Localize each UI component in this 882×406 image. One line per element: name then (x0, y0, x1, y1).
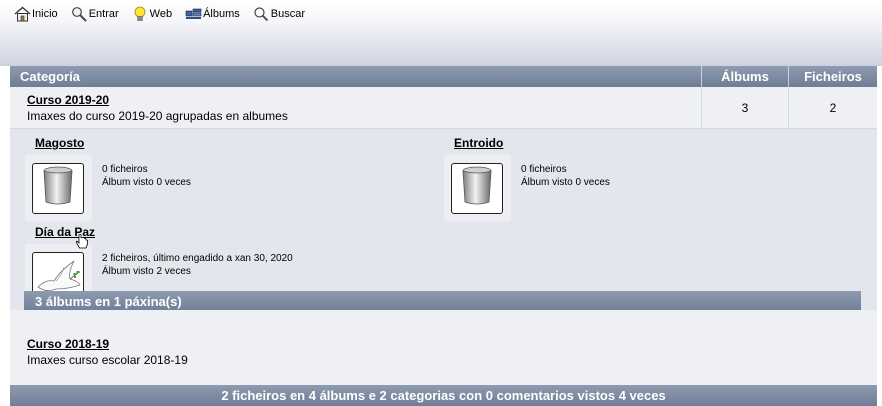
album-info: 0 ficheiros Álbum visto 0 veces (521, 163, 610, 189)
header-files: Ficheiros (804, 69, 862, 84)
album-views: Álbum visto 0 veces (521, 177, 610, 188)
home-icon (14, 6, 31, 22)
category-description: Imaxes curso escolar 2018-19 (27, 353, 188, 367)
album-thumbnail-frame (25, 155, 92, 221)
album-file-count: 0 ficheiros (102, 164, 148, 175)
album-thumbnail-frame (444, 155, 511, 221)
lightbulb-icon (132, 6, 149, 22)
album-info: 0 ficheiros Álbum visto 0 veces (102, 163, 191, 189)
header-albums: Álbums (702, 66, 789, 87)
album-views: Álbum visto 0 veces (102, 177, 191, 188)
album-file-count: 2 ficheiros, último engadido a xan 30, 2… (102, 253, 293, 264)
album-link[interactable]: Entroido (454, 136, 503, 150)
trash-can-icon (460, 166, 494, 211)
albums-icon (185, 6, 202, 22)
category-cell: Curso 2018-19 Imaxes curso escolar 2018-… (27, 337, 188, 368)
nav-label: Inicio (32, 8, 58, 20)
category-link[interactable]: Curso 2018-19 (27, 337, 188, 351)
nav-item-web[interactable]: Web (132, 6, 172, 22)
category-table: Categoría Álbums Ficheiros Curso 2019-20… (10, 66, 877, 385)
album-file-count: 0 ficheiros (521, 164, 567, 175)
albums-pagination-bar: 3 álbums en 1 páxina(s) (24, 291, 861, 312)
category-row: Curso 2018-19 Imaxes curso escolar 2018-… (10, 310, 877, 385)
category-cell: Curso 2019-20 Imaxes do curso 2019-20 ag… (10, 87, 702, 128)
header-category: Categoría (10, 66, 702, 87)
album-thumbnail[interactable] (451, 163, 503, 214)
nav-item-buscar[interactable]: Buscar (253, 6, 305, 22)
album-item: Entroido 0 ficheiros Álbum visto 0 veces (444, 129, 844, 221)
trash-can-icon (41, 166, 75, 211)
magnifier-key-icon (71, 6, 88, 22)
nav-label: Buscar (270, 8, 306, 20)
nav-label: Entrar (88, 8, 119, 20)
category-description: Imaxes do curso 2019-20 agrupadas en alb… (27, 109, 288, 123)
top-navigation-bar: Inicio Entrar Web Álbums Buscar (0, 0, 882, 66)
album-item: Magosto 0 ficheiros Álbum visto 0 veces (25, 129, 425, 221)
nav-label: Web (149, 8, 173, 20)
category-album-count: 3 (702, 87, 789, 128)
nav-item-entrar[interactable]: Entrar (71, 6, 119, 22)
nav-label: Álbums (203, 8, 240, 20)
album-views: Álbum visto 2 veces (102, 266, 191, 277)
album-thumbnail[interactable] (32, 163, 84, 214)
category-file-count: 2 (829, 101, 837, 115)
album-info: 2 ficheiros, último engadido a xan 30, 2… (102, 252, 293, 278)
nav-menu: Inicio Entrar Web Álbums Buscar (14, 6, 318, 22)
search-icon (253, 6, 270, 22)
nav-item-albums[interactable]: Álbums (185, 6, 240, 22)
nav-item-inicio[interactable]: Inicio (14, 6, 58, 22)
album-list: Magosto 0 ficheiros Álbum visto 0 veces (10, 129, 877, 312)
category-link[interactable]: Curso 2019-20 (27, 93, 701, 107)
category-row: Curso 2019-20 Imaxes do curso 2019-20 ag… (10, 87, 877, 129)
hand-cursor-icon (75, 233, 89, 255)
album-link[interactable]: Magosto (35, 136, 84, 150)
table-header: Categoría Álbums Ficheiros (10, 66, 877, 87)
gallery-stats-footer: 2 ficheiros en 4 álbums e 2 categorias c… (10, 385, 877, 406)
